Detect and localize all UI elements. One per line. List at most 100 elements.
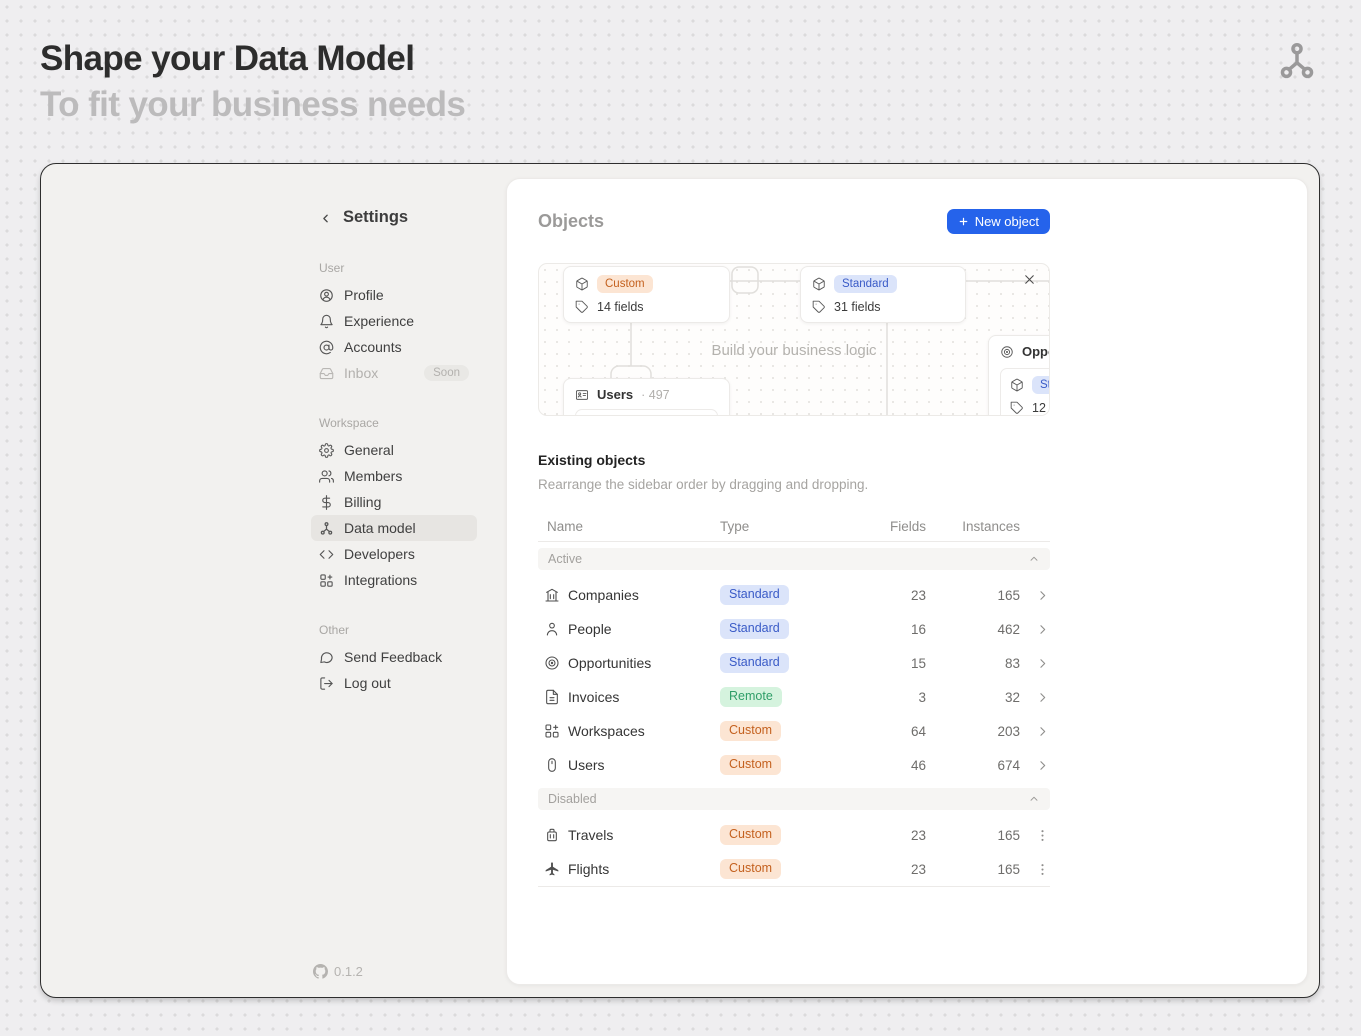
object-name: Invoices [568,689,720,705]
instances-value: 32 [926,690,1020,705]
table-row-workspaces[interactable]: Workspaces Custom 64 203 [538,714,1050,748]
tag-icon [1010,401,1024,415]
fields-count: 14 fields [597,300,644,314]
sidebar-item-log-out[interactable]: Log out [311,670,477,696]
instances-value: 165 [926,828,1020,843]
type-badge: Standard [834,275,897,293]
chevron-right-icon[interactable] [1035,758,1050,773]
diagram-card-users[interactable]: Users · 497 [563,378,730,416]
settings-sidebar: Settings User Profile Experience Account… [311,208,477,696]
luggage-icon [544,827,560,843]
instances-value: 83 [926,656,1020,671]
new-object-button[interactable]: New object [947,209,1050,234]
id-card-icon [575,388,589,402]
data-model-diagram: Custom 14 fields Standard [538,263,1050,416]
chevron-left-icon [319,211,332,224]
group-label: Active [548,552,582,566]
chevron-right-icon[interactable] [1035,622,1050,637]
sidebar-item-integrations[interactable]: Integrations [311,567,477,593]
table-row-people[interactable]: People Standard 16 462 [538,612,1050,646]
table-row-users[interactable]: Users Custom 46 674 [538,748,1050,782]
message-icon [319,650,334,665]
sidebar-item-general[interactable]: General [311,437,477,463]
sidebar-item-members[interactable]: Members [311,463,477,489]
object-name: Workspaces [568,723,720,739]
instances-value: 165 [926,588,1020,603]
settings-title: Settings [343,208,408,227]
app-window: Settings User Profile Experience Account… [40,163,1320,998]
at-sign-icon [319,340,334,355]
column-header-instances: Instances [926,519,1020,534]
kebab-menu-icon[interactable] [1035,828,1050,843]
table-row-travels[interactable]: Travels Custom 23 165 [538,818,1050,852]
instances-value: 165 [926,862,1020,877]
object-name: Flights [568,861,720,877]
fields-value: 64 [868,724,926,739]
chevron-right-icon[interactable] [1035,690,1050,705]
collapsed-card-stub [575,409,718,416]
instances-value: 674 [926,758,1020,773]
cube-icon [1010,378,1024,392]
existing-objects-title: Existing objects [538,452,1050,468]
mouse-icon [544,757,560,773]
object-name: Opportunities [568,655,720,671]
group-header-disabled[interactable]: Disabled [538,788,1050,810]
type-badge: Standard [720,585,789,606]
soon-badge: Soon [424,365,469,381]
page-title: Shape your Data Model [40,36,465,82]
group-header-active[interactable]: Active [538,548,1050,570]
profile-icon [319,288,334,303]
sidebar-item-experience[interactable]: Experience [311,308,477,334]
column-header-fields: Fields [868,519,926,534]
existing-objects-subtitle: Rearrange the sidebar order by dragging … [538,477,1050,492]
type-badge: Custom [597,275,653,293]
objects-panel: Objects New object [506,178,1308,985]
version-number: 0.1.2 [334,964,363,979]
cube-icon [812,277,826,291]
kebab-menu-icon[interactable] [1035,862,1050,877]
diagram-card-standard[interactable]: Standard 31 fields [800,266,966,323]
settings-back-button[interactable]: Settings [311,208,477,227]
chevron-right-icon[interactable] [1035,724,1050,739]
table-row-flights[interactable]: Flights Custom 23 165 [538,852,1050,886]
fields-value: 3 [868,690,926,705]
sidebar-item-developers[interactable]: Developers [311,541,477,567]
panel-title: Objects [538,211,604,232]
tag-icon [575,300,589,314]
chevron-right-icon[interactable] [1035,656,1050,671]
fields-count: 31 fields [834,300,881,314]
table-row-invoices[interactable]: Invoices Remote 3 32 [538,680,1050,714]
sidebar-item-data-model[interactable]: Data model [311,515,477,541]
sidebar-item-profile[interactable]: Profile [311,282,477,308]
sidebar-item-billing[interactable]: Billing [311,489,477,515]
sidebar-item-send-feedback[interactable]: Send Feedback [311,644,477,670]
section-label-user: User [311,261,477,275]
sidebar-item-inbox[interactable]: Inbox Soon [311,360,477,386]
close-icon[interactable] [1022,272,1037,287]
instance-count: · 497 [641,388,670,402]
chevron-up-icon [1028,793,1040,805]
data-model-icon [319,521,334,536]
object-name: Users [568,757,720,773]
objects-table: Name Type Fields Instances Active Compan… [538,512,1050,887]
section-label-workspace: Workspace [311,416,477,430]
table-row-companies[interactable]: Companies Standard 23 165 [538,578,1050,612]
object-name: Companies [568,587,720,603]
table-header-row: Name Type Fields Instances [538,512,1050,542]
object-name: Users [597,387,633,402]
sidebar-item-accounts[interactable]: Accounts [311,334,477,360]
sidebar-item-label: Members [344,468,402,484]
type-badge: Custom [720,825,781,846]
sidebar-item-label: Inbox [344,365,378,381]
object-name: People [568,621,720,637]
table-row-opportunities[interactable]: Opportunities Standard 15 83 [538,646,1050,680]
chevron-right-icon[interactable] [1035,588,1050,603]
sidebar-item-label: Log out [344,675,391,691]
diagram-card-custom[interactable]: Custom 14 fields [563,266,730,323]
column-header-name: Name [538,519,720,534]
page-header: Shape your Data Model To fit your busine… [40,36,465,128]
type-badge: Custom [720,721,781,742]
chevron-up-icon [1028,553,1040,565]
gear-icon [319,443,334,458]
fields-value: 16 [868,622,926,637]
